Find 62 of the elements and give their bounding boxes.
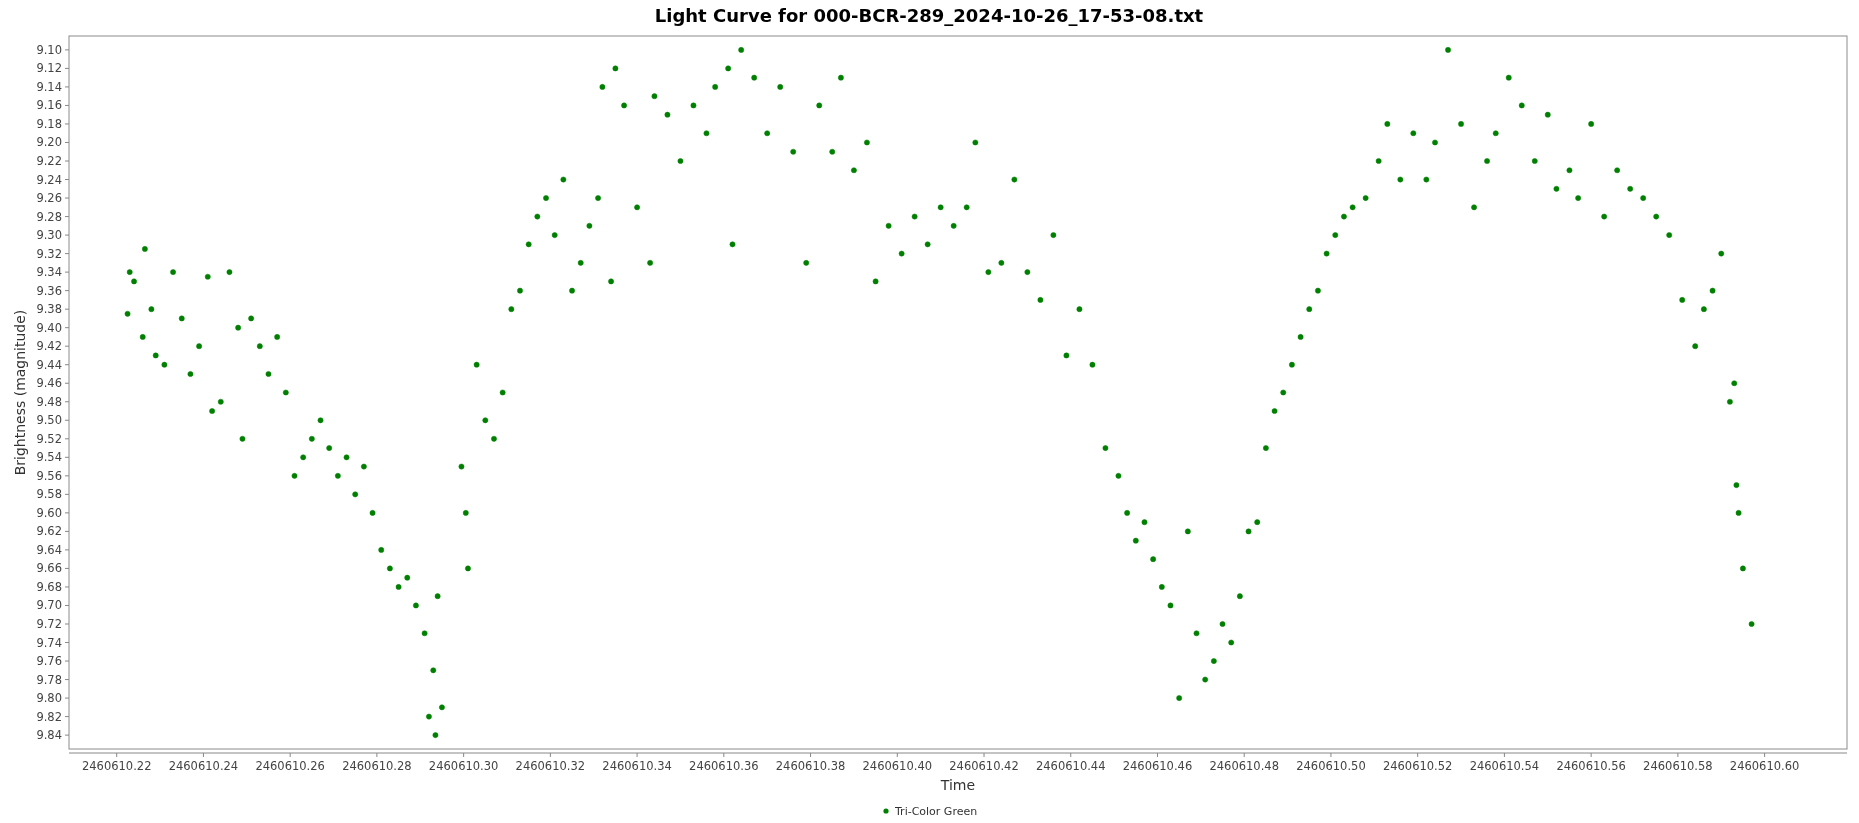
y-tick-label: 9.74 (36, 635, 62, 650)
y-tick-label: 9.78 (36, 672, 62, 687)
y-tick-label: 9.44 (36, 357, 62, 372)
y-tick-label: 9.24 (36, 172, 62, 187)
y-tick-label: 9.18 (36, 116, 62, 131)
y-tick-label: 9.76 (36, 654, 62, 669)
y-tick-label: 9.30 (36, 228, 62, 243)
x-tick-label: 2460610.32 (515, 759, 586, 773)
x-tick-label: 2460610.52 (1382, 759, 1453, 773)
x-tick-label: 2460610.56 (1556, 759, 1626, 773)
y-tick-label: 9.48 (36, 394, 62, 409)
y-tick-label: 9.56 (36, 468, 62, 483)
y-tick-label: 9.34 (36, 265, 62, 280)
y-tick-label: 9.42 (36, 339, 62, 354)
y-tick-label: 9.38 (36, 302, 62, 317)
y-axis-title: Brightness (magnitude) (12, 309, 28, 476)
y-tick-label: 9.36 (36, 283, 62, 298)
x-tick-label: 2460610.22 (81, 759, 152, 773)
legend-label: Tri-Color Green (895, 805, 978, 818)
x-tick-label: 2460610.60 (1729, 759, 1800, 773)
y-tick-label: 9.12 (36, 61, 62, 76)
x-tick-label: 2460610.54 (1469, 759, 1540, 773)
y-tick-label: 9.68 (36, 579, 62, 594)
x-tick-label: 2460610.36 (689, 759, 759, 773)
x-tick-label: 2460610.38 (775, 759, 846, 773)
y-tick-label: 9.32 (36, 246, 62, 261)
y-tick-label: 9.66 (36, 561, 62, 576)
y-tick-label: 9.20 (36, 135, 62, 150)
y-tick-label: 9.54 (36, 450, 62, 465)
y-tick-label: 9.80 (36, 691, 62, 706)
x-tick-label: 2460610.26 (255, 759, 325, 773)
x-tick-label: 2460610.44 (1036, 759, 1106, 773)
chart-title: Light Curve for 000-BCR-289_2024-10-26_17-53-08.txt (654, 5, 1204, 26)
y-tick-label: 9.72 (36, 617, 62, 631)
x-tick-label: 2460610.46 (1122, 759, 1193, 773)
y-tick-label: 9.82 (36, 709, 62, 724)
y-tick-label: 9.52 (36, 431, 62, 446)
y-tick-label: 9.60 (36, 505, 62, 520)
x-tick-label: 2460610.58 (1643, 759, 1713, 773)
y-tick-label: 9.50 (36, 413, 62, 428)
x-axis-title: Time (940, 777, 976, 793)
y-tick-label: 9.70 (36, 598, 62, 613)
y-tick-label: 9.22 (36, 154, 62, 168)
x-tick-label: 2460610.48 (1209, 759, 1279, 773)
y-tick-label: 9.14 (36, 79, 62, 94)
y-tick-label: 9.26 (36, 191, 62, 206)
y-tick-label: 9.46 (36, 376, 62, 391)
x-tick-label: 2460610.34 (602, 759, 672, 773)
y-tick-label: 9.40 (36, 320, 62, 335)
y-tick-label: 9.28 (36, 209, 62, 224)
x-tick-label: 2460610.42 (949, 759, 1019, 773)
x-tick-label: 2460610.40 (862, 759, 933, 773)
y-tick-label: 9.84 (36, 728, 62, 743)
x-tick-label: 2460610.24 (168, 759, 239, 773)
y-tick-label: 9.64 (36, 542, 62, 557)
y-tick-label: 9.58 (36, 487, 62, 502)
x-tick-label: 2460610.28 (342, 759, 412, 773)
y-tick-label: 9.62 (36, 524, 62, 539)
y-tick-label: 9.16 (36, 98, 62, 113)
x-tick-label: 2460610.50 (1296, 759, 1366, 773)
x-tick-label: 2460610.30 (428, 759, 499, 773)
y-tick-label: 9.10 (36, 42, 62, 57)
